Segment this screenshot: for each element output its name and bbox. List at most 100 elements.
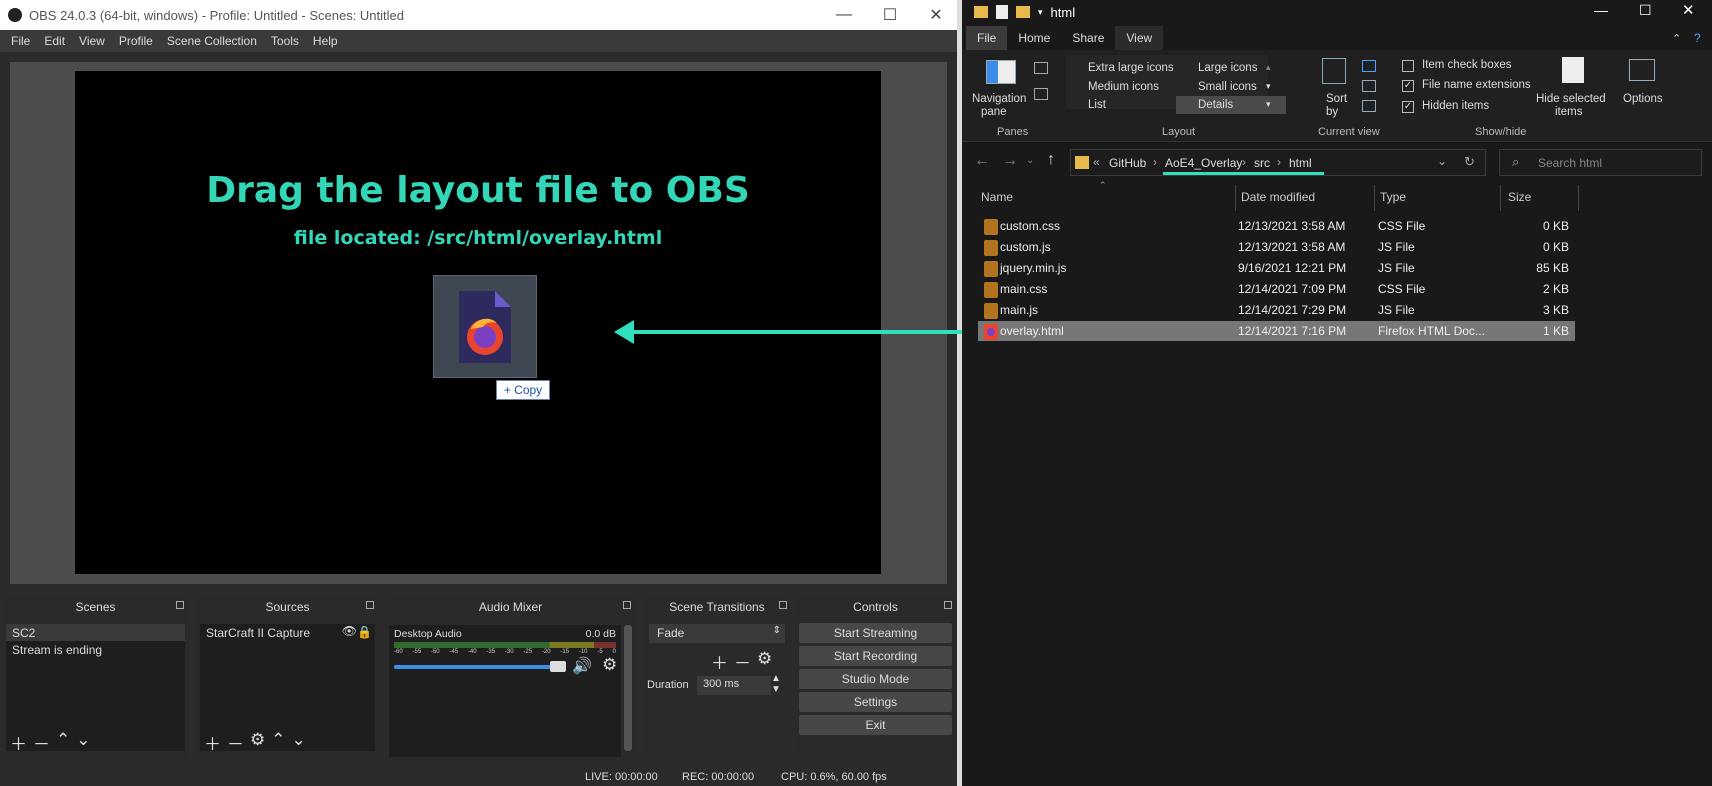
menu-profile[interactable]: Profile bbox=[112, 34, 160, 48]
maximize-button[interactable]: ☐ bbox=[867, 0, 913, 30]
remove-scene-button[interactable]: － bbox=[33, 730, 50, 755]
file-row[interactable]: custom.js 12/13/2021 3:58 AM JS File 0 KB bbox=[978, 237, 1575, 257]
add-columns-icon[interactable] bbox=[1362, 80, 1376, 92]
layout-medium-icons[interactable]: Medium icons bbox=[1088, 81, 1159, 93]
file-name-extensions-checkbox[interactable]: ✓ bbox=[1402, 80, 1414, 92]
sort-by-label-2[interactable]: by bbox=[1326, 106, 1338, 118]
breadcrumb-github[interactable]: GitHub bbox=[1109, 156, 1146, 170]
gear-icon[interactable]: ⚙ bbox=[602, 655, 617, 675]
hide-selected-label-2[interactable]: items bbox=[1555, 106, 1582, 118]
menu-file[interactable]: File bbox=[4, 34, 37, 48]
search-input[interactable]: ⌕ Search html bbox=[1499, 149, 1702, 176]
hidden-items-checkbox[interactable]: ✓ bbox=[1402, 101, 1414, 113]
scene-item[interactable]: SC2 bbox=[6, 624, 185, 641]
column-type[interactable]: Type bbox=[1380, 190, 1406, 204]
address-dropdown-icon[interactable]: ⌄ bbox=[1437, 154, 1447, 168]
item-check-boxes-checkbox[interactable] bbox=[1402, 60, 1414, 72]
hide-selected-items-icon[interactable] bbox=[1562, 57, 1584, 83]
transition-select[interactable]: Fade ⇕ bbox=[649, 624, 785, 643]
remove-transition-button[interactable]: － bbox=[734, 649, 751, 674]
volume-slider[interactable] bbox=[394, 665, 558, 669]
breadcrumb-aoe4-overlay[interactable]: AoE4_Overlay bbox=[1165, 156, 1242, 170]
start-recording-button[interactable]: Start Recording bbox=[799, 646, 952, 666]
layout-details[interactable]: Details bbox=[1198, 99, 1233, 111]
menu-tools[interactable]: Tools bbox=[264, 34, 306, 48]
mixer-scrollbar[interactable] bbox=[624, 625, 632, 751]
column-name[interactable]: Name bbox=[981, 190, 1013, 204]
lock-icon[interactable]: 🔒 bbox=[357, 625, 372, 639]
move-up-icon[interactable]: ⌃ bbox=[271, 730, 285, 755]
details-pane-icon[interactable] bbox=[1034, 88, 1048, 100]
back-arrow-icon[interactable]: ← bbox=[974, 152, 990, 170]
file-row[interactable]: main.js 12/14/2021 7:29 PM JS File 3 KB bbox=[978, 300, 1575, 320]
move-up-icon[interactable]: ⌃ bbox=[56, 730, 70, 755]
add-transition-button[interactable]: ＋ bbox=[711, 649, 728, 674]
add-source-button[interactable]: ＋ bbox=[204, 730, 221, 755]
gear-icon[interactable]: ⚙ bbox=[757, 649, 772, 674]
layout-large-icons[interactable]: Large icons bbox=[1198, 62, 1257, 74]
spinbox-arrows-icon[interactable]: ▲ ▼ bbox=[771, 673, 781, 695]
size-columns-icon[interactable] bbox=[1362, 100, 1376, 112]
duration-spinbox[interactable]: 300 ms bbox=[697, 676, 771, 695]
refresh-icon[interactable]: ↻ bbox=[1464, 154, 1475, 170]
new-folder-icon[interactable] bbox=[1016, 6, 1030, 18]
recent-locations-icon[interactable]: ⌄ bbox=[1026, 155, 1034, 166]
file-name-extensions-label[interactable]: File name extensions bbox=[1422, 79, 1531, 91]
exit-button[interactable]: Exit bbox=[799, 715, 952, 735]
tab-home[interactable]: Home bbox=[1007, 26, 1061, 50]
settings-button[interactable]: Settings bbox=[799, 692, 952, 712]
help-icon[interactable]: ? bbox=[1683, 26, 1712, 50]
remove-source-button[interactable]: － bbox=[227, 730, 244, 755]
navigation-pane-label-2[interactable]: pane bbox=[981, 106, 1007, 118]
menu-scene-collection[interactable]: Scene Collection bbox=[160, 34, 264, 48]
file-row[interactable]: custom.css 12/13/2021 3:58 AM CSS File 0 KB bbox=[978, 216, 1575, 236]
column-date-modified[interactable]: Date modified bbox=[1241, 190, 1315, 204]
scene-item[interactable]: Stream is ending bbox=[6, 641, 185, 658]
navigation-pane-icon[interactable] bbox=[986, 60, 1016, 84]
speaker-icon[interactable]: 🔊 bbox=[572, 656, 592, 676]
start-streaming-button[interactable]: Start Streaming bbox=[799, 623, 952, 643]
options-label[interactable]: Options bbox=[1623, 93, 1663, 105]
sort-by-icon[interactable] bbox=[1322, 58, 1346, 84]
address-bar[interactable]: « GitHub › AoE4_Overlay › src › html ⌄ ↻ bbox=[1070, 149, 1486, 176]
gallery-scroll-down-icon[interactable]: ▾ bbox=[1266, 81, 1271, 92]
breadcrumb-html[interactable]: html bbox=[1289, 156, 1312, 170]
item-check-boxes-label[interactable]: Item check boxes bbox=[1422, 59, 1511, 71]
file-row[interactable]: main.css 12/14/2021 7:09 PM CSS File 2 KB bbox=[978, 279, 1575, 299]
column-size[interactable]: Size bbox=[1508, 190, 1531, 204]
quick-access-dropdown-icon[interactable]: ▾ bbox=[1038, 7, 1043, 18]
layout-list[interactable]: List bbox=[1088, 99, 1106, 111]
hidden-items-label[interactable]: Hidden items bbox=[1422, 100, 1489, 112]
volume-slider-handle[interactable] bbox=[550, 661, 566, 672]
menu-help[interactable]: Help bbox=[306, 34, 345, 48]
layout-small-icons[interactable]: Small icons bbox=[1198, 81, 1257, 93]
properties-icon[interactable] bbox=[996, 5, 1008, 19]
move-down-icon[interactable]: ⌄ bbox=[76, 730, 90, 755]
hide-selected-label[interactable]: Hide selected bbox=[1536, 93, 1606, 105]
up-arrow-icon[interactable]: ↑ bbox=[1047, 151, 1055, 169]
file-row[interactable]: jquery.min.js 9/16/2021 12:21 PM JS File 85… bbox=[978, 258, 1575, 278]
options-icon[interactable] bbox=[1629, 59, 1655, 81]
add-scene-button[interactable]: ＋ bbox=[10, 730, 27, 755]
menu-edit[interactable]: Edit bbox=[37, 34, 72, 48]
close-button[interactable]: ✕ bbox=[913, 0, 959, 30]
tab-share[interactable]: Share bbox=[1061, 26, 1115, 50]
minimize-button[interactable]: — bbox=[821, 0, 867, 30]
close-button[interactable]: ✕ bbox=[1682, 1, 1695, 19]
source-item[interactable]: StarCraft II Capture 👁 🔒 bbox=[200, 624, 375, 641]
forward-arrow-icon[interactable]: → bbox=[1002, 152, 1018, 170]
breadcrumb-src[interactable]: src bbox=[1254, 156, 1270, 170]
menu-view[interactable]: View bbox=[72, 34, 112, 48]
eye-icon[interactable]: 👁 bbox=[342, 624, 357, 638]
tab-view[interactable]: View bbox=[1115, 26, 1164, 50]
studio-mode-button[interactable]: Studio Mode bbox=[799, 669, 952, 689]
preview-pane-icon[interactable] bbox=[1034, 62, 1048, 74]
group-by-icon[interactable] bbox=[1362, 60, 1376, 72]
sort-by-label[interactable]: Sort bbox=[1326, 93, 1347, 105]
gallery-scroll-up-icon[interactable]: ▴ bbox=[1266, 62, 1271, 73]
maximize-button[interactable]: ☐ bbox=[1639, 2, 1652, 19]
minimize-button[interactable]: — bbox=[1594, 2, 1608, 18]
move-down-icon[interactable]: ⌄ bbox=[292, 730, 306, 755]
layout-extra-large-icons[interactable]: Extra large icons bbox=[1088, 62, 1174, 74]
navigation-pane-label[interactable]: Navigation bbox=[972, 93, 1026, 105]
